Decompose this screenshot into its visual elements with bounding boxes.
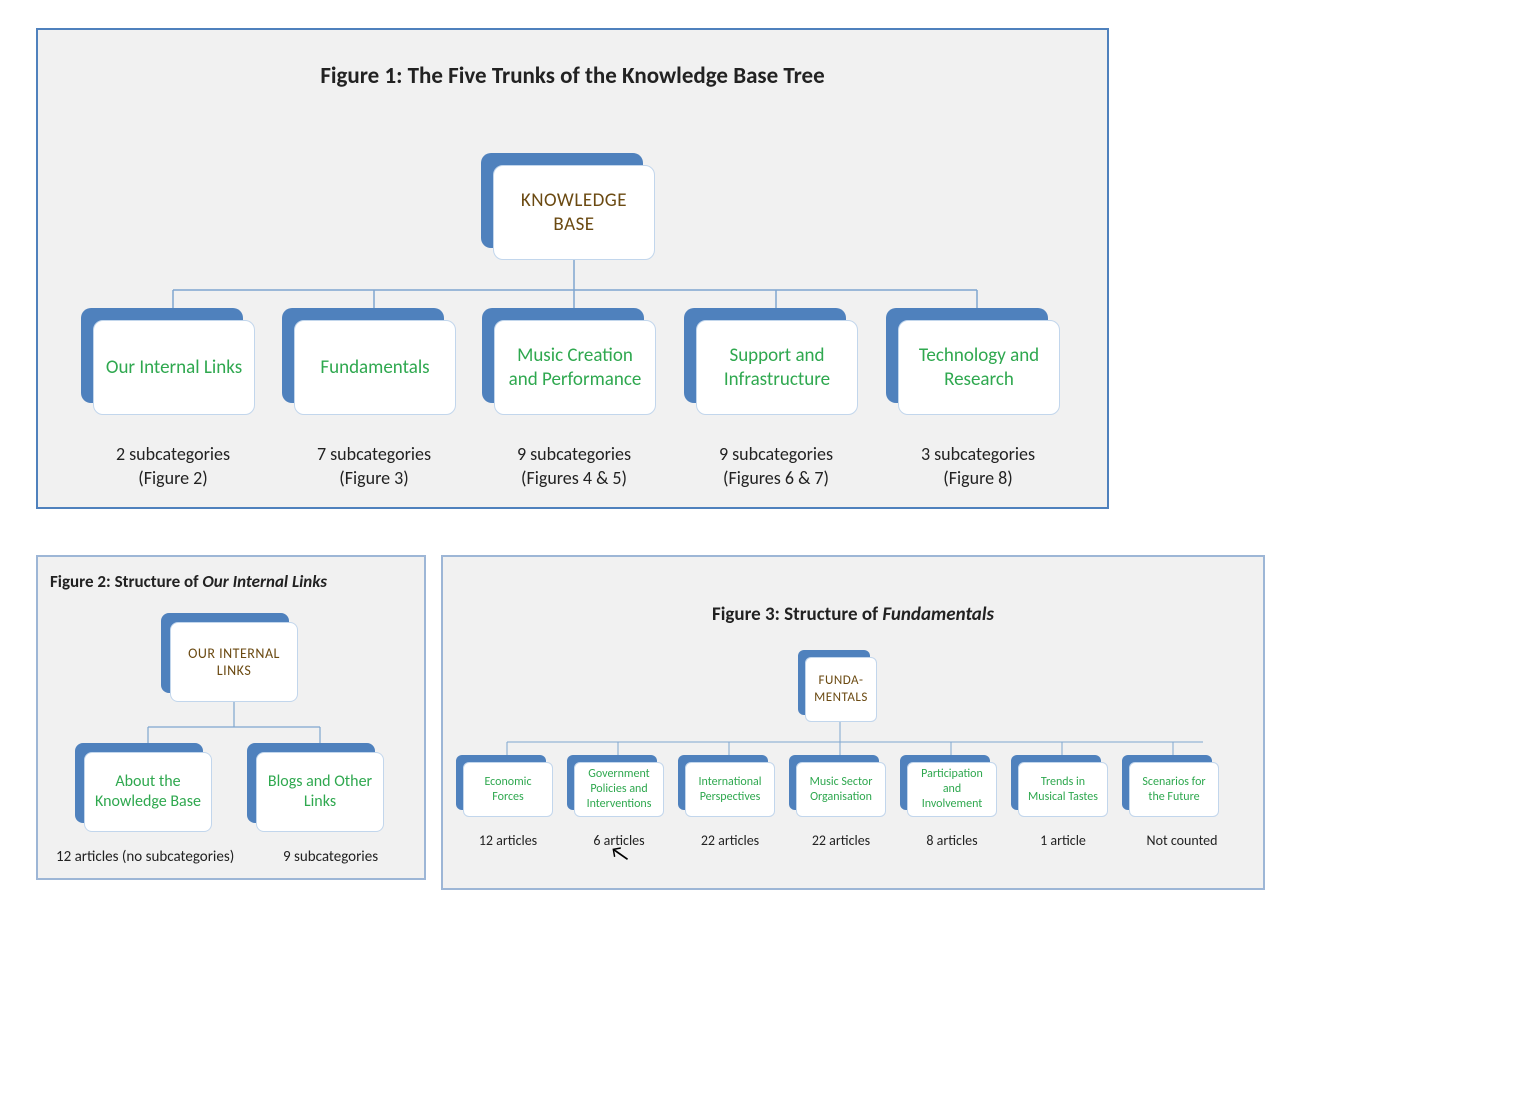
node-label: Blogs and Other Links	[256, 752, 384, 832]
node-participation-involvement: Participation and Involvement	[907, 762, 997, 817]
node-label: Our Internal Links	[93, 320, 255, 415]
figure-2-connectors	[38, 557, 428, 882]
trunk-caption: 3 subcategories (Figure 8)	[873, 442, 1083, 491]
trunk-our-internal-links: Our Internal Links	[93, 320, 255, 415]
node-label: Economic Forces	[463, 762, 553, 817]
node-label: About the Knowledge Base	[84, 752, 212, 832]
node-label: Fundamentals	[294, 320, 456, 415]
node-label: KNOWLEDGE BASE	[493, 165, 655, 260]
node-our-internal-links: OUR INTERNAL LINKS	[170, 622, 298, 702]
node-knowledge-base: KNOWLEDGE BASE	[493, 165, 655, 260]
figure-2-title: Figure 2: Structure of Our Internal Link…	[38, 557, 424, 592]
node-trends-musical-tastes: Trends in Musical Tastes	[1018, 762, 1108, 817]
node-fundamentals: FUNDA- MENTALS	[805, 657, 877, 722]
child-caption: 8 articles	[897, 832, 1007, 851]
child-caption: 1 article	[1008, 832, 1118, 851]
node-label: OUR INTERNAL LINKS	[170, 622, 298, 702]
figure-1-connectors	[38, 30, 1111, 511]
trunk-caption: 7 subcategories (Figure 3)	[269, 442, 479, 491]
node-about-knowledge-base: About the Knowledge Base	[84, 752, 212, 832]
child-caption: 12 articles	[453, 832, 563, 851]
trunk-technology-research: Technology and Research	[898, 320, 1060, 415]
trunk-caption: 2 subcategories (Figure 2)	[68, 442, 278, 491]
node-label: Government Policies and Interventions	[574, 762, 664, 817]
child-caption: 9 subcategories	[283, 847, 423, 867]
trunk-music-creation: Music Creation and Performance	[494, 320, 656, 415]
node-label: Support and Infrastructure	[696, 320, 858, 415]
child-caption: Not counted	[1119, 832, 1245, 851]
node-label: FUNDA- MENTALS	[805, 657, 877, 722]
node-scenarios-future: Scenarios for the Future	[1129, 762, 1219, 817]
figure-1-panel: Figure 1: The Five Trunks of the Knowled…	[36, 28, 1109, 509]
node-international-perspectives: International Perspectives	[685, 762, 775, 817]
node-label: Scenarios for the Future	[1129, 762, 1219, 817]
trunk-fundamentals: Fundamentals	[294, 320, 456, 415]
node-blogs-other-links: Blogs and Other Links	[256, 752, 384, 832]
child-caption: 12 articles (no subcategories)	[56, 847, 271, 867]
trunk-caption: 9 subcategories (Figures 4 & 5)	[469, 442, 679, 491]
figure-1-title: Figure 1: The Five Trunks of the Knowled…	[38, 30, 1107, 90]
figure-3-title: Figure 3: Structure of Fundamentals	[443, 557, 1263, 626]
trunk-caption: 9 subcategories (Figures 6 & 7)	[671, 442, 881, 491]
figure-3-panel: Figure 3: Structure of Fundamentals FUND…	[441, 555, 1265, 890]
node-label: Music Creation and Performance	[494, 320, 656, 415]
node-government-policies: Government Policies and Interventions	[574, 762, 664, 817]
trunk-support-infrastructure: Support and Infrastructure	[696, 320, 858, 415]
child-caption: 6 articles	[564, 832, 674, 851]
child-caption: 22 articles	[675, 832, 785, 851]
figure-2-panel: Figure 2: Structure of Our Internal Link…	[36, 555, 426, 880]
node-label: Music Sector Organisation	[796, 762, 886, 817]
node-label: Participation and Involvement	[907, 762, 997, 817]
child-caption: 22 articles	[786, 832, 896, 851]
node-label: International Perspectives	[685, 762, 775, 817]
node-music-sector-organisation: Music Sector Organisation	[796, 762, 886, 817]
node-label: Technology and Research	[898, 320, 1060, 415]
node-label: Trends in Musical Tastes	[1018, 762, 1108, 817]
node-economic-forces: Economic Forces	[463, 762, 553, 817]
